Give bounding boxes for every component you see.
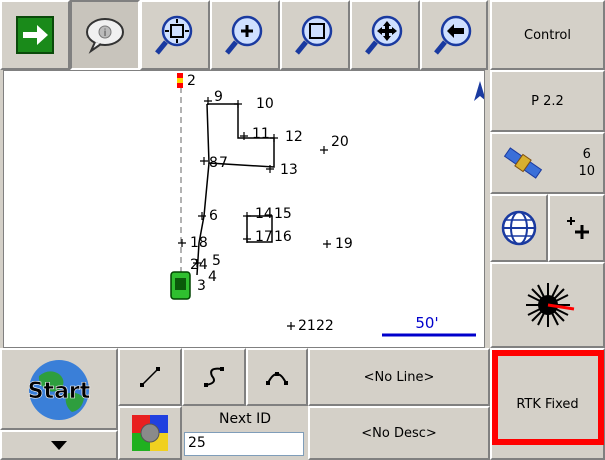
zoom-window-button[interactable] bbox=[280, 0, 350, 70]
zoom-previous-button[interactable] bbox=[420, 0, 488, 70]
point-label: 14 bbox=[255, 206, 273, 222]
next-id-field[interactable]: 25 bbox=[184, 432, 304, 456]
satellite-count-top: 6 bbox=[582, 147, 591, 162]
line-icon bbox=[140, 367, 160, 387]
point-label: 5 bbox=[212, 253, 221, 269]
add-point-button[interactable] bbox=[548, 194, 605, 262]
curve-tool-button[interactable] bbox=[182, 348, 246, 406]
control-label: Control bbox=[524, 27, 571, 43]
line-selector-label: <No Line> bbox=[363, 369, 435, 385]
description-selector-label: <No Desc> bbox=[361, 425, 437, 441]
point-label: 8 bbox=[209, 155, 218, 171]
start-button[interactable]: Start bbox=[0, 348, 118, 430]
pan-button[interactable] bbox=[350, 0, 420, 70]
globe-icon bbox=[501, 210, 537, 246]
point-label: 11 bbox=[252, 126, 270, 142]
point-selector-button[interactable]: P 2.2 bbox=[490, 70, 605, 132]
map-view[interactable]: 2 9 10 11 12 20 8 7 13 6 14 15 17 16 18 … bbox=[3, 70, 485, 348]
point-selector-label: P 2.2 bbox=[531, 93, 564, 109]
line-tool-button[interactable] bbox=[118, 348, 182, 406]
line-selector-button[interactable]: <No Line> bbox=[308, 348, 490, 406]
point-label: 6 bbox=[209, 208, 218, 224]
layer-color-icon bbox=[132, 415, 168, 451]
point-label: 12 bbox=[285, 129, 303, 145]
point-label: 2 bbox=[187, 73, 196, 89]
add-point-icon bbox=[566, 217, 589, 239]
point-label: 3 bbox=[197, 278, 206, 294]
arc-tool-button[interactable] bbox=[246, 348, 308, 406]
point-label: 17 bbox=[255, 229, 273, 245]
point-label: 13 bbox=[280, 162, 298, 178]
spline-icon bbox=[204, 367, 224, 387]
north-arrow-icon bbox=[474, 81, 484, 101]
laser-button[interactable] bbox=[490, 262, 605, 348]
go-button[interactable] bbox=[0, 0, 70, 70]
point-label: 10 bbox=[256, 96, 274, 112]
zoom-in-icon bbox=[225, 15, 263, 55]
arc-icon bbox=[266, 372, 288, 385]
description-selector-button[interactable]: <No Desc> bbox=[308, 406, 490, 460]
point-label: 7 bbox=[219, 155, 228, 171]
point-label: 18 bbox=[190, 235, 208, 251]
zoom-extents-icon bbox=[155, 15, 193, 55]
control-button[interactable]: Control bbox=[490, 0, 605, 70]
zoom-window-icon bbox=[295, 15, 333, 55]
globe-start-icon: Start bbox=[27, 360, 91, 420]
scale-label: 50' bbox=[415, 314, 438, 332]
pan-icon bbox=[365, 15, 403, 55]
laser-icon bbox=[525, 283, 574, 327]
dropdown-button[interactable] bbox=[0, 430, 118, 460]
zoom-previous-icon bbox=[434, 15, 472, 55]
rover-icon bbox=[170, 271, 191, 300]
svg-text:i: i bbox=[104, 28, 107, 39]
info-button[interactable]: i bbox=[70, 0, 140, 70]
point-label: 15 bbox=[274, 206, 292, 222]
start-marker-red-2 bbox=[177, 83, 183, 88]
point-label: 16 bbox=[274, 229, 292, 245]
rtk-status-label: RTK Fixed bbox=[516, 396, 579, 412]
arrow-right-icon bbox=[16, 16, 54, 54]
zoom-extents-button[interactable] bbox=[140, 0, 210, 70]
point-label: 9 bbox=[214, 89, 223, 105]
triangle-down-icon bbox=[51, 441, 67, 450]
speech-bubble-icon: i bbox=[86, 18, 124, 54]
satellite-status-button[interactable]: 6 10 bbox=[490, 132, 605, 194]
globe-button[interactable] bbox=[490, 194, 548, 262]
next-id-label: Next ID bbox=[219, 411, 271, 427]
point-label: 21 bbox=[298, 318, 316, 334]
point-label: 20 bbox=[331, 134, 349, 150]
rtk-status-button[interactable]: RTK Fixed bbox=[490, 348, 605, 460]
satellite-icon bbox=[503, 147, 543, 179]
satellite-counts: 6 10 bbox=[578, 146, 595, 180]
start-marker-yellow bbox=[177, 78, 183, 83]
point-label: 22 bbox=[316, 318, 334, 334]
point-label: 24 bbox=[190, 257, 208, 273]
map-canvas: 2 9 10 11 12 20 8 7 13 6 14 15 17 16 18 … bbox=[170, 73, 484, 337]
zoom-in-button[interactable] bbox=[210, 0, 280, 70]
start-label: Start bbox=[28, 379, 91, 404]
start-marker-red bbox=[177, 73, 183, 78]
next-id-panel: Next ID 25 bbox=[182, 406, 308, 460]
layer-color-button[interactable] bbox=[118, 406, 182, 460]
point-label: 19 bbox=[335, 236, 353, 252]
point-label: 4 bbox=[208, 269, 217, 285]
satellite-count-bottom: 10 bbox=[578, 164, 595, 179]
